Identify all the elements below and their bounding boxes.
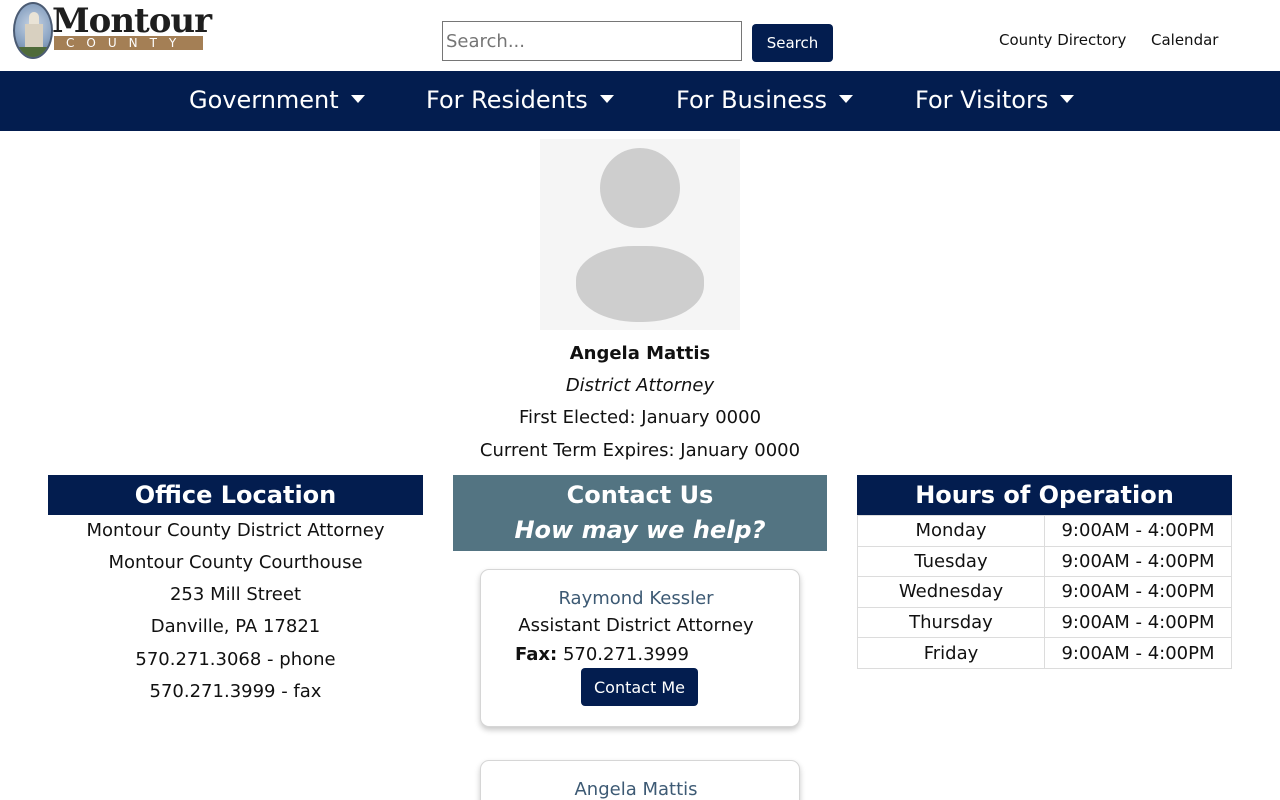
hours-day: Friday — [857, 637, 1045, 669]
office-line: Montour County Courthouse — [108, 552, 363, 573]
search-button[interactable]: Search — [752, 24, 833, 62]
hours-time: 9:00AM - 4:00PM — [1044, 637, 1232, 669]
table-row: Wednesday 9:00AM - 4:00PM — [857, 576, 1232, 608]
office-line: Danville, PA 17821 — [150, 616, 321, 637]
first-elected: First Elected: January 0000 — [518, 407, 762, 428]
logo-county-band: COUNTY — [54, 36, 203, 50]
county-directory-link[interactable]: County Directory — [999, 31, 1126, 49]
courthouse-seal-icon — [13, 2, 53, 59]
office-location-heading: Office Location — [48, 475, 423, 515]
hours-day: Thursday — [857, 606, 1045, 639]
contact-card: Raymond Kessler Assistant District Attor… — [480, 569, 800, 727]
hours-time: 9:00AM - 4:00PM — [1044, 606, 1232, 639]
contact-card-name[interactable]: Angela Mattis — [481, 779, 791, 800]
caret-down-icon — [599, 95, 614, 103]
logo-wordmark: Montour — [52, 1, 212, 41]
office-line: 253 Mill Street — [169, 584, 302, 605]
nav-for-business[interactable]: For Business — [676, 71, 853, 131]
office-phone[interactable]: 570.271.3068 - phone — [48, 649, 423, 670]
hours-time: 9:00AM - 4:00PM — [1044, 576, 1232, 608]
calendar-link[interactable]: Calendar — [1151, 31, 1218, 49]
hours-time: 9:00AM - 4:00PM — [1044, 515, 1232, 547]
main-navbar: Government For Residents For Business Fo… — [0, 71, 1280, 131]
hours-day: Tuesday — [857, 545, 1045, 578]
profile-photo-placeholder — [540, 139, 740, 330]
table-row: Friday 9:00AM - 4:00PM — [857, 637, 1232, 669]
site-logo[interactable]: Montour COUNTY — [12, 1, 212, 60]
hours-table: Monday 9:00AM - 4:00PM Tuesday 9:00AM - … — [857, 515, 1232, 669]
person-body-icon — [576, 246, 704, 322]
fax-number: 570.271.3999 — [562, 644, 689, 665]
contact-card: Angela Mattis — [480, 760, 800, 800]
contact-card-name[interactable]: Raymond Kessler — [481, 588, 791, 609]
contact-card-role: Assistant District Attorney — [518, 615, 754, 636]
contact-us-banner: Contact Us How may we help? — [453, 475, 827, 551]
contact-me-button[interactable]: Contact Me — [581, 668, 698, 706]
caret-down-icon — [1060, 95, 1075, 103]
fax-label: Fax: — [515, 644, 558, 665]
contact-subheading: How may we help? — [514, 516, 766, 544]
hours-time: 9:00AM - 4:00PM — [1044, 545, 1232, 578]
nav-label: Government — [189, 86, 339, 114]
nav-government[interactable]: Government — [189, 71, 365, 131]
hours-day: Wednesday — [857, 576, 1045, 608]
nav-label: For Business — [676, 86, 827, 114]
office-fax: 570.271.3999 - fax — [149, 681, 322, 702]
caret-down-icon — [838, 95, 853, 103]
nav-for-visitors[interactable]: For Visitors — [915, 71, 1075, 131]
nav-for-residents[interactable]: For Residents — [426, 71, 614, 131]
person-head-icon — [600, 148, 680, 228]
official-name: Angela Mattis — [569, 343, 711, 364]
table-row: Thursday 9:00AM - 4:00PM — [857, 606, 1232, 639]
office-line: Montour County District Attorney — [86, 520, 385, 541]
contact-heading: Contact Us — [566, 481, 714, 509]
nav-label: For Visitors — [915, 86, 1049, 114]
term-expires: Current Term Expires: January 0000 — [479, 440, 801, 461]
table-row: Tuesday 9:00AM - 4:00PM — [857, 545, 1232, 578]
contact-card-fax: Fax: 570.271.3999 — [515, 644, 689, 665]
nav-label: For Residents — [426, 86, 588, 114]
hours-day: Monday — [857, 515, 1045, 547]
caret-down-icon — [350, 95, 365, 103]
hours-heading: Hours of Operation — [857, 475, 1232, 515]
table-row: Monday 9:00AM - 4:00PM — [857, 515, 1232, 547]
official-title: District Attorney — [565, 375, 715, 396]
search-input[interactable] — [442, 21, 742, 61]
